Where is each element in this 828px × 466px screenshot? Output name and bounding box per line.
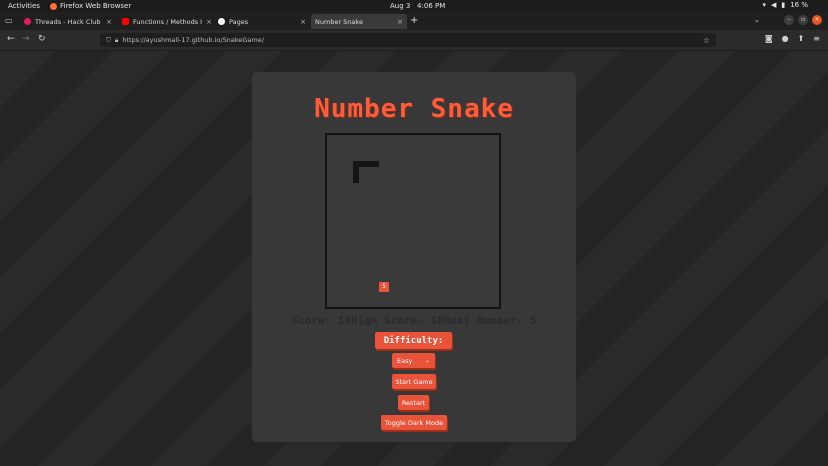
page-content: Number Snake 5 Score: 10High Score: 10Ne… bbox=[0, 51, 828, 466]
battery-icon: ▮ bbox=[781, 1, 786, 9]
account-icon[interactable]: ● bbox=[782, 34, 789, 43]
system-tray[interactable]: ▾ ◀ ▮ 16 % bbox=[762, 1, 808, 9]
tab-bar: ▭ Threads - Hack Club - Slac × Functions… bbox=[0, 12, 828, 30]
restore-icon[interactable]: ▫ bbox=[798, 15, 808, 25]
list-all-tabs-icon[interactable]: ⌄ bbox=[754, 16, 760, 24]
close-icon[interactable]: × bbox=[300, 18, 306, 26]
time-label: 4:06 PM bbox=[417, 2, 446, 10]
tab-label: Pages bbox=[229, 17, 249, 26]
restart-button[interactable]: Restart bbox=[398, 395, 429, 410]
battery-percent: 16 % bbox=[790, 1, 808, 9]
app-menu[interactable]: Firefox Web Browser bbox=[50, 2, 131, 10]
toolbar-icons: ◙ ● ⬆ ≡ bbox=[765, 34, 820, 43]
close-icon[interactable]: × bbox=[397, 18, 403, 26]
difficulty-label: Difficulty: bbox=[375, 332, 452, 349]
tab-functions[interactable]: Functions / Methods In Ja × bbox=[118, 14, 216, 29]
game-title: Number Snake bbox=[314, 94, 514, 124]
game-card: Number Snake 5 Score: 10High Score: 10Ne… bbox=[252, 72, 576, 442]
close-window-icon[interactable]: × bbox=[812, 15, 822, 25]
wifi-icon: ▾ bbox=[762, 1, 766, 9]
app-name: Firefox Web Browser bbox=[60, 2, 132, 10]
tab-overview-icon[interactable]: ▭ bbox=[5, 15, 13, 26]
toggle-dark-mode-button[interactable]: Toggle Dark Mode bbox=[381, 415, 447, 430]
shield-icon[interactable]: ⛉ bbox=[106, 36, 111, 45]
firefox-icon bbox=[50, 2, 57, 10]
window-controls: – ▫ × bbox=[784, 15, 822, 25]
date-label: Aug 3 bbox=[390, 2, 411, 10]
close-icon[interactable]: × bbox=[206, 18, 212, 26]
github-icon bbox=[218, 18, 225, 25]
start-game-button[interactable]: Start Game bbox=[392, 374, 436, 389]
address-bar[interactable]: ⛉ 🔒︎ https://ayushmali-17.github.io/Snak… bbox=[100, 33, 716, 47]
system-top-bar: Activities Firefox Web Browser Aug 3 4:0… bbox=[0, 0, 828, 12]
clock[interactable]: Aug 3 4:06 PM bbox=[390, 2, 445, 10]
tab-threads[interactable]: Threads - Hack Club - Slac × bbox=[20, 14, 116, 29]
bookmark-star-icon[interactable]: ☆ bbox=[703, 36, 710, 45]
back-icon[interactable]: ← bbox=[7, 34, 15, 45]
reload-icon[interactable]: ↻ bbox=[38, 34, 46, 45]
difficulty-select[interactable]: Easy ⌄ bbox=[392, 353, 435, 368]
food-number: 5 bbox=[379, 282, 389, 292]
game-board[interactable]: 5 bbox=[325, 133, 501, 309]
score-bar: Score: 10High Score: 10Next Number: 5 bbox=[252, 314, 576, 327]
tab-label: Threads - Hack Club - Slac bbox=[35, 17, 102, 26]
minimize-icon[interactable]: – bbox=[784, 15, 794, 25]
volume-icon: ◀ bbox=[770, 1, 777, 9]
pocket-icon[interactable]: ◙ bbox=[765, 34, 773, 43]
new-tab-button[interactable]: + bbox=[410, 15, 418, 26]
difficulty-value: Easy bbox=[397, 356, 413, 365]
youtube-icon bbox=[122, 18, 129, 25]
snake-body bbox=[353, 161, 359, 183]
forward-icon[interactable]: → bbox=[22, 34, 30, 45]
lock-icon[interactable]: 🔒︎ bbox=[115, 36, 118, 45]
tab-label: Number Snake bbox=[315, 17, 363, 26]
url-text[interactable]: https://ayushmali-17.github.io/SnakeGame… bbox=[122, 36, 698, 44]
chevron-down-icon: ⌄ bbox=[424, 357, 430, 364]
close-icon[interactable]: × bbox=[106, 18, 112, 26]
slack-icon bbox=[24, 18, 31, 25]
menu-icon[interactable]: ≡ bbox=[813, 34, 820, 43]
score-text: Score: 10High Score: 10Next Number: 5 bbox=[291, 314, 537, 327]
activities-button[interactable]: Activities bbox=[8, 2, 40, 10]
tab-pages[interactable]: Pages × bbox=[214, 14, 310, 29]
navigation-bar: ← → ↻ ⛉ 🔒︎ https://ayushmali-17.github.i… bbox=[0, 30, 828, 51]
tab-label: Functions / Methods In Ja bbox=[133, 17, 202, 26]
tab-number-snake[interactable]: Number Snake × bbox=[311, 14, 407, 29]
extensions-icon[interactable]: ⬆ bbox=[798, 34, 805, 43]
